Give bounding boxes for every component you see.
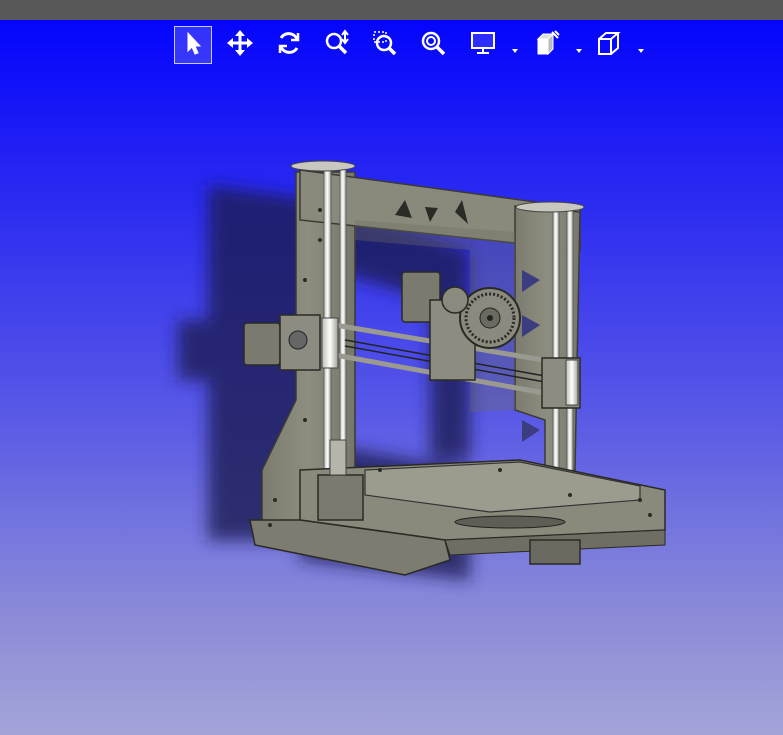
move-arrows-icon (226, 29, 254, 61)
x-motor-left (243, 314, 339, 371)
view-toolbar (0, 22, 783, 68)
zoom-window-button[interactable] (366, 26, 404, 64)
cursor-arrow-icon (179, 29, 207, 61)
x-end-right (541, 357, 581, 409)
cube-wireframe-icon (595, 29, 623, 61)
select-tool-button[interactable] (174, 26, 212, 64)
zoom-fit-icon (419, 29, 447, 61)
rotate-tool-button[interactable] (270, 26, 308, 64)
section-view-button[interactable] (528, 26, 566, 64)
chevron-down-icon[interactable] (575, 40, 583, 53)
left-rod-cap (290, 160, 356, 172)
right-rod-cap (515, 201, 585, 213)
rotate-icon (275, 29, 303, 61)
pan-tool-button[interactable] (221, 26, 259, 64)
title-bar (0, 0, 783, 20)
chevron-down-icon[interactable] (511, 40, 519, 53)
zoom-window-icon (371, 29, 399, 61)
zoom-updown-icon (323, 29, 351, 61)
standard-views-button[interactable] (590, 26, 628, 64)
z-rod-right-2 (566, 207, 574, 479)
y-motor (529, 539, 581, 565)
3d-printer-frame-model[interactable] (0, 68, 783, 735)
cube-section-icon (533, 29, 561, 61)
zoom-tool-button[interactable] (318, 26, 356, 64)
monitor-icon (469, 29, 497, 61)
display-mode-button[interactable] (464, 26, 502, 64)
zoom-fit-button[interactable] (414, 26, 452, 64)
chevron-down-icon[interactable] (637, 40, 645, 53)
z-rod-right (552, 207, 560, 479)
3d-viewport[interactable] (0, 68, 783, 735)
